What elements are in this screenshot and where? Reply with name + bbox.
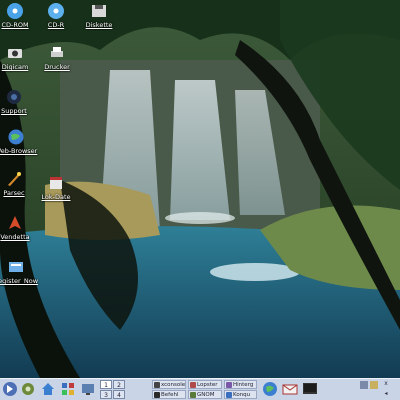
desktop-icon-digicam[interactable]: Digicam [2, 44, 28, 71]
browser-launcher[interactable] [262, 381, 278, 397]
task-gnom[interactable]: GNOM [188, 390, 222, 399]
desktop-icon-parsec[interactable]: Parsec [2, 170, 26, 197]
task-konqu[interactable]: Konqu [224, 390, 257, 399]
desktop-icon-cd-rom[interactable]: CD-ROM [1, 2, 29, 29]
desktop-icon-label: Web-Browser [0, 147, 38, 155]
tray-arrow-icon[interactable]: ◂ [382, 390, 390, 398]
desktop-icon-label: Digicam [1, 63, 29, 71]
tray-network-icon[interactable] [360, 381, 368, 389]
task-xconsole[interactable]: xconsole [152, 380, 186, 389]
terminal-icon [303, 383, 317, 394]
tray-clock-icon[interactable] [370, 381, 378, 389]
globe-icon [263, 382, 277, 396]
task-label: xconsole [161, 382, 186, 388]
settings-button[interactable] [20, 381, 36, 397]
desktop-icon-vendetta[interactable]: Vendetta [0, 214, 30, 241]
task-lopster[interactable]: Lopster [188, 380, 222, 389]
settings-icon [22, 383, 34, 395]
task-label: GNOM [197, 392, 215, 398]
desktop-icon-diskette[interactable]: Diskette [86, 2, 112, 29]
desktop-icon-label: Register_Now [0, 277, 39, 285]
desktop-pager: 1 2 3 4 [100, 380, 126, 399]
vendetta-icon [9, 216, 21, 229]
task-label: Befehl [161, 392, 179, 398]
desktop-icon-label: Drucker [44, 63, 70, 71]
terminal-icon [154, 382, 160, 388]
pager-desktop-3[interactable]: 3 [100, 390, 112, 399]
register-icon [9, 262, 23, 272]
desktop-icon-web-browser[interactable]: Web-Browser [0, 128, 37, 155]
desktop-icon-label: Support [1, 107, 27, 115]
system-tray: x ◂ [358, 380, 398, 399]
kmenu-button[interactable] [2, 381, 18, 397]
mail-launcher[interactable] [282, 381, 298, 397]
desktop-icon-label: Vendetta [0, 233, 30, 241]
show-desktop-icon [82, 384, 94, 395]
desktop-icon-label: CD-ROM [1, 21, 29, 29]
support-icon [7, 90, 21, 104]
kmenu-icon [3, 382, 17, 396]
desktop-icon-drucker[interactable]: Drucker [44, 44, 70, 71]
desktop-icon-cd-r[interactable]: CD-R [44, 2, 68, 29]
desktop-icon-support[interactable]: Support [1, 88, 27, 115]
background-settings-icon [226, 382, 232, 388]
desktop-icon-label: Parsec [3, 189, 25, 197]
pager-desktop-1[interactable]: 1 [100, 380, 112, 389]
home-button[interactable] [40, 381, 56, 397]
floppy-icon [92, 5, 106, 17]
camera-icon [8, 49, 22, 58]
desktop-icon-lok-date[interactable]: Lok-Date [40, 174, 72, 201]
show-desktop-button[interactable] [80, 381, 96, 397]
pager-desktop-4[interactable]: 4 [113, 390, 125, 399]
mail-icon [282, 384, 298, 395]
kde-panel: 1 2 3 4 xconsole Befehl Lopster GNOM Hin… [0, 378, 400, 400]
home-icon [42, 383, 54, 395]
globe-icon [8, 129, 24, 145]
desktop-icon-label: Lok-Date [41, 193, 71, 201]
task-hinterg[interactable]: Hinterg [224, 380, 257, 389]
terminal-launcher[interactable] [302, 381, 318, 397]
lopster-icon [190, 382, 196, 388]
task-label: Hinterg [233, 382, 254, 388]
cd-r-icon [48, 3, 64, 19]
task-befehl[interactable]: Befehl [152, 390, 186, 399]
task-label: Konqu [233, 392, 251, 398]
printer-icon [51, 47, 63, 57]
apps-icon [62, 383, 74, 395]
desktop-icon-label: Diskette [85, 21, 113, 29]
apps-button[interactable] [60, 381, 76, 397]
pager-desktop-2[interactable]: 2 [113, 380, 125, 389]
task-label: Lopster [197, 382, 218, 388]
konqueror-icon [226, 392, 232, 398]
desktop-icon-label: CD-R [47, 21, 65, 29]
terminal-icon [154, 392, 160, 398]
parsec-icon [8, 172, 21, 186]
cd-rom-icon [7, 3, 23, 19]
desktop: CD-ROM CD-R Diskette Digicam Drucker Sup… [0, 0, 400, 378]
lok-date-icon [50, 177, 62, 189]
desktop-icon-register-now[interactable]: Register_Now [0, 258, 38, 285]
gnome-icon [190, 392, 196, 398]
tray-close-icon[interactable]: x [382, 380, 390, 388]
